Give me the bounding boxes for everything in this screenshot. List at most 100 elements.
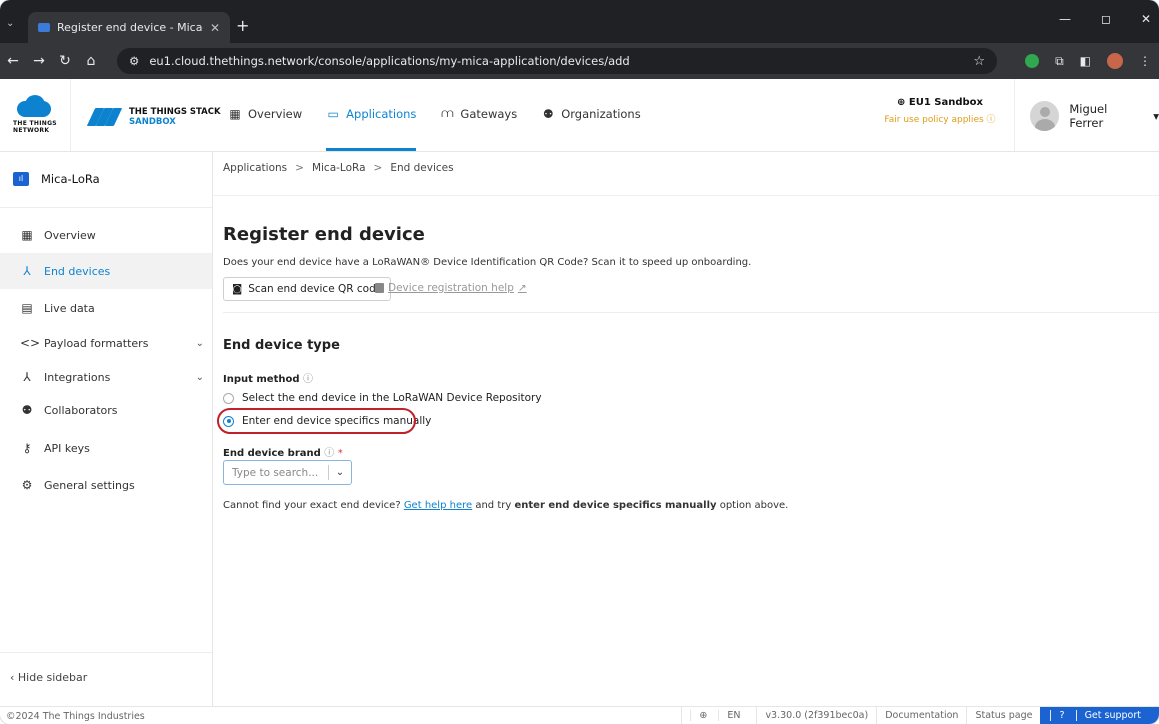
stack-logo-icon — [86, 108, 123, 126]
ttn-logo[interactable]: THE THINGS NETWORK — [13, 95, 59, 134]
help-circle-icon: ⓘ — [986, 115, 996, 125]
scan-qr-button[interactable]: ◙ Scan end device QR code — [223, 277, 392, 301]
browser-toolbar: ← → ↻ ⌂ ⚙ eu1.cloud.thethings.network/co… — [0, 43, 1159, 79]
bookmark-star-icon[interactable]: ☆ — [973, 54, 985, 69]
ttn-logo-text: THE THINGS NETWORK — [13, 120, 57, 134]
nav-overview[interactable]: ▦ Overview — [228, 79, 302, 151]
back-icon[interactable]: ← — [0, 53, 26, 69]
external-link-icon: ↗ — [517, 282, 527, 294]
user-name: Miguel Ferrer — [1069, 102, 1108, 130]
favicon-icon — [38, 23, 50, 32]
sidebar-item-general-settings[interactable]: ⚙ General settings — [0, 467, 212, 503]
sidebar-item-payload-formatters[interactable]: <> Payload formatters ⌄ — [0, 325, 212, 361]
sidebar-item-label: General settings — [44, 478, 135, 492]
get-support-label: Get support — [1075, 710, 1149, 721]
sidebar-item-live-data[interactable]: ▤ Live data — [0, 290, 212, 326]
list-icon: ▤ — [21, 301, 33, 315]
radio-repository[interactable]: Select the end device in the LoRaWAN Dev… — [223, 392, 542, 404]
home-icon[interactable]: ⌂ — [78, 53, 104, 69]
sidebar-item-collaborators[interactable]: ⚉ Collaborators — [0, 392, 212, 428]
chevron-down-icon[interactable]: ⌄ — [329, 467, 351, 478]
documentation-link[interactable]: Documentation — [876, 707, 966, 724]
nav-organizations[interactable]: ⚉ Organizations — [541, 79, 641, 151]
cloud-logo-icon — [13, 95, 55, 117]
nav-gateways-label: Gateways — [460, 106, 518, 121]
people-icon: ⚉ — [21, 403, 33, 417]
tab-close-icon[interactable]: ✕ — [210, 21, 220, 35]
profile-avatar[interactable] — [1107, 53, 1123, 69]
user-menu[interactable]: Miguel Ferrer ▾ — [1030, 101, 1159, 131]
browser-window: ⌄ Register end device - Mica-LoR ✕ + — ◻… — [0, 0, 1159, 724]
sidebar-item-api-keys[interactable]: ⚷ API keys — [0, 430, 212, 466]
side-panel-icon[interactable]: ◧ — [1080, 54, 1091, 68]
cannot-find-hint: Cannot find your exact end device? Get h… — [223, 500, 788, 511]
sidebar-item-end-devices[interactable]: ⅄ End devices — [0, 253, 212, 289]
get-support-button[interactable]: ? Get support — [1040, 707, 1159, 724]
copyright: ©2024 The Things Industries — [6, 711, 145, 722]
nav-gateways[interactable]: ⩋ Gateways — [440, 79, 517, 151]
sidebar-item-label: API keys — [44, 441, 90, 455]
page-title: Register end device — [223, 224, 425, 245]
reload-icon[interactable]: ↻ — [52, 53, 78, 69]
extensions-puzzle-icon[interactable]: ⧉ — [1055, 54, 1064, 69]
brand-search-input[interactable]: Type to search... — [224, 467, 328, 479]
sidebar-app-header: ıl Mica-LoRa — [13, 172, 100, 186]
address-bar[interactable]: ⚙ eu1.cloud.thethings.network/console/ap… — [117, 48, 997, 74]
sidebar-item-label: Integrations — [44, 370, 111, 384]
help-circle-icon: ? — [1050, 710, 1073, 721]
sidebar-item-label: Collaborators — [44, 403, 118, 417]
qr-question: Does your end device have a LoRaWAN® Dev… — [223, 257, 752, 268]
hide-sidebar-button[interactable]: ‹ Hide sidebar — [10, 671, 87, 684]
registration-help-link[interactable]: Device registration help ↗ — [375, 282, 527, 294]
cluster-name: EU1 Sandbox — [908, 97, 983, 108]
input-method-text: Input method — [223, 374, 300, 385]
language-selector[interactable]: ⊕ EN — [681, 707, 756, 724]
sidebar-item-label: Payload formatters — [44, 336, 149, 350]
footer: ©2024 The Things Industries ⊕ EN v3.30.0… — [0, 706, 1159, 724]
nav-applications[interactable]: ▭ Applications — [326, 79, 417, 151]
stack-logo-line1: THE THINGS STACK — [129, 107, 221, 117]
gear-icon: ⚙ — [21, 478, 33, 492]
integration-icon: ⅄ — [23, 370, 31, 384]
help-circle-icon[interactable]: ⓘ — [303, 374, 313, 385]
new-tab-button[interactable]: + — [236, 16, 249, 35]
application-icon: ıl — [13, 172, 29, 186]
sidebar-item-integrations[interactable]: ⅄ Integrations ⌄ — [0, 359, 212, 395]
main-content: Applications > Mica-LoRa > End devices R… — [213, 152, 1159, 706]
browser-menu-icon[interactable]: ⋮ — [1139, 54, 1151, 68]
things-stack-logo[interactable]: THE THINGS STACK SANDBOX — [86, 107, 221, 127]
version-label: v3.30.0 (2f391bec0a) — [756, 707, 876, 724]
extension-icon[interactable] — [1025, 54, 1040, 68]
sidebar-app-name: Mica-LoRa — [41, 172, 100, 186]
forward-icon[interactable]: → — [26, 53, 52, 69]
input-method-label: Input method ⓘ — [223, 370, 313, 385]
restore-button[interactable]: ◻ — [1101, 12, 1111, 26]
gateway-icon: ⩋ — [441, 106, 454, 120]
highlight-annotation — [217, 408, 416, 434]
brand-select[interactable]: Type to search... ⌄ — [223, 460, 352, 485]
radio-button[interactable] — [223, 392, 234, 404]
stack-logo-line2: SANDBOX — [129, 117, 176, 127]
sidebar: ıl Mica-LoRa ▦ Overview ⅄ End devices ▤ … — [0, 152, 213, 706]
sidebar-item-overview[interactable]: ▦ Overview — [0, 217, 212, 253]
chevron-down-icon: ⌄ — [195, 337, 204, 349]
minimize-button[interactable]: — — [1059, 12, 1071, 26]
app-header: THE THINGS NETWORK THE THINGS STACK SAND… — [0, 79, 1159, 152]
browser-tab[interactable]: Register end device - Mica-LoR ✕ — [28, 12, 230, 43]
hide-sidebar-label: Hide sidebar — [17, 671, 88, 684]
sidebar-item-label: Live data — [44, 301, 95, 315]
hint-mid: and try — [475, 500, 512, 511]
hint-prefix: Cannot find your exact end device? — [223, 500, 401, 511]
breadcrumb-applications[interactable]: Applications — [223, 162, 287, 174]
close-window-button[interactable]: ✕ — [1141, 12, 1151, 26]
get-help-link[interactable]: Get help here — [404, 500, 472, 511]
site-info-icon[interactable]: ⚙ — [129, 54, 139, 68]
scan-qr-label: Scan end device QR code — [248, 283, 383, 295]
cluster-selector[interactable]: ⊕ EU1 Sandbox Fair use policy applies ⓘ — [880, 97, 1000, 125]
breadcrumb-separator-icon: > — [295, 162, 304, 174]
status-page-link[interactable]: Status page — [966, 707, 1040, 724]
tab-search-icon[interactable]: ⌄ — [6, 18, 14, 29]
breadcrumb-app[interactable]: Mica-LoRa — [312, 162, 366, 174]
help-circle-icon[interactable]: ⓘ — [324, 448, 334, 459]
breadcrumb-end-devices[interactable]: End devices — [390, 162, 453, 174]
